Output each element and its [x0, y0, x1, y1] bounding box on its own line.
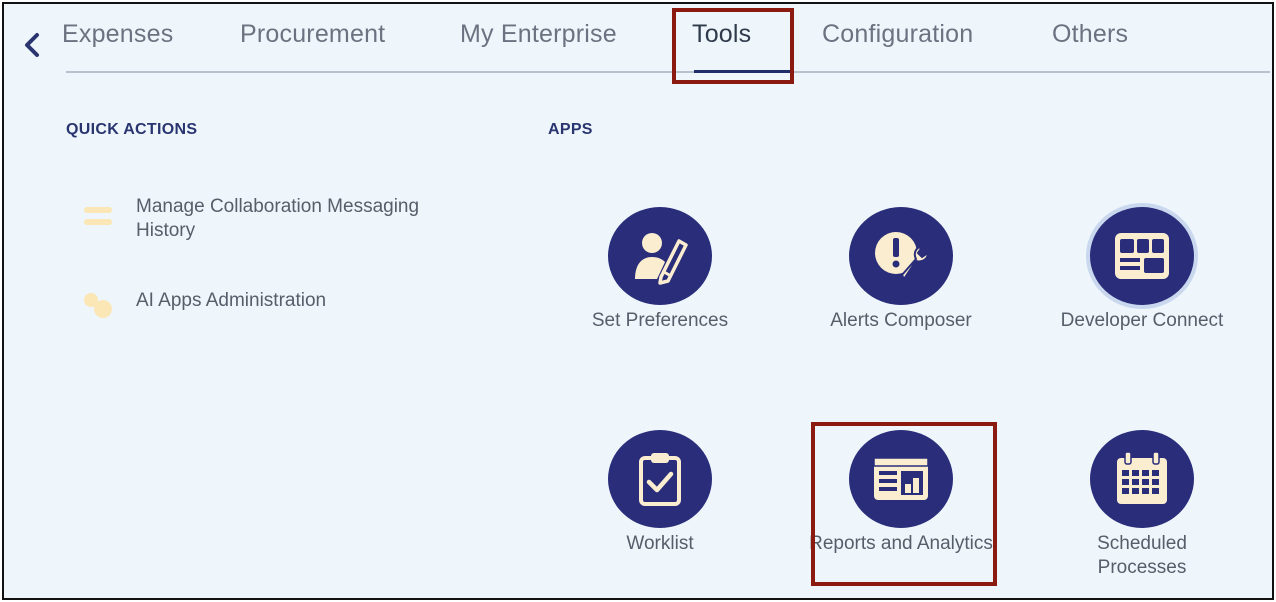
- app-scheduled-processes[interactable]: Scheduled Processes: [1042, 430, 1242, 580]
- app-worklist[interactable]: Worklist: [560, 430, 760, 556]
- clipboard-check-icon: [639, 453, 681, 506]
- alert-wrench-icon: [875, 232, 930, 281]
- gears-icon: [78, 289, 118, 321]
- quick-action-manage-collaboration-messaging-history[interactable]: Manage Collaboration Messaging History: [78, 195, 456, 243]
- app-reports-and-analytics[interactable]: Reports and Analytics: [801, 430, 1001, 556]
- tabs-divider: [66, 71, 1270, 73]
- quick-action-label: AI Apps Administration: [136, 290, 327, 311]
- quick-actions-title: QUICK ACTIONS: [66, 121, 198, 138]
- tab-procurement[interactable]: Procurement: [240, 20, 385, 49]
- app-label: Alerts Composer: [830, 310, 972, 331]
- user-pencil-icon: [635, 233, 688, 285]
- quick-action-ai-apps-administration[interactable]: AI Apps Administration: [78, 289, 456, 321]
- active-tab-indicator: [694, 70, 792, 73]
- dashboard-window-icon: [1115, 233, 1169, 279]
- tab-tools[interactable]: Tools: [692, 20, 751, 49]
- tab-my-enterprise[interactable]: My Enterprise: [460, 20, 617, 49]
- quick-action-label: Manage Collaboration Messaging History: [136, 196, 420, 241]
- arrows-exchange-icon: [78, 195, 118, 243]
- app-set-preferences[interactable]: Set Preferences: [560, 207, 760, 333]
- apps-title: APPS: [548, 121, 593, 138]
- report-chart-icon: [873, 457, 929, 500]
- app-label: Worklist: [626, 533, 694, 554]
- tab-others[interactable]: Others: [1052, 20, 1128, 49]
- calendar-icon: [1117, 451, 1167, 504]
- tab-configuration[interactable]: Configuration: [822, 20, 973, 49]
- app-label: Set Preferences: [591, 310, 729, 331]
- tab-expenses[interactable]: Expenses: [62, 20, 173, 49]
- navigator-tabs: Expenses Procurement My Enterprise Tools…: [4, 4, 1272, 74]
- app-label: Developer Connect: [1060, 310, 1224, 331]
- app-label: Reports and Analytics: [809, 533, 993, 554]
- app-alerts-composer[interactable]: Alerts Composer: [801, 207, 1001, 333]
- app-developer-connect[interactable]: Developer Connect: [1042, 207, 1242, 333]
- app-label: Scheduled Processes: [1097, 533, 1187, 578]
- app-frame: Expenses Procurement My Enterprise Tools…: [2, 2, 1274, 600]
